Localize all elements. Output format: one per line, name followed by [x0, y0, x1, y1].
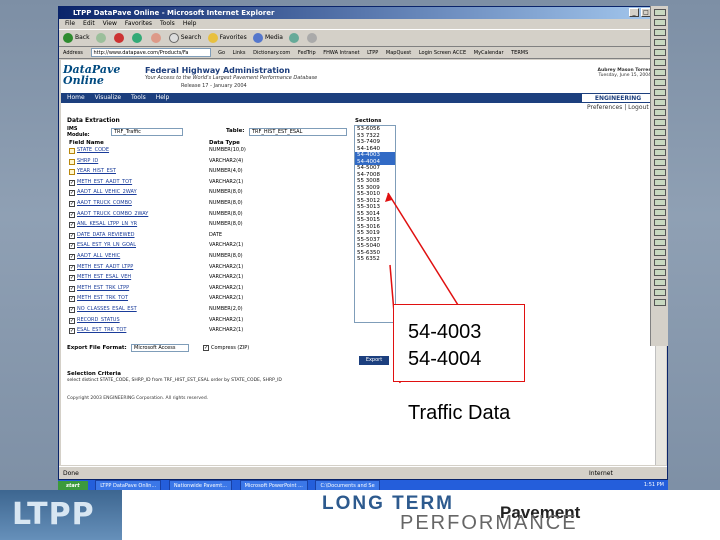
slide-footer: LTPP LONG TERM Pavement PERFORMANCE	[0, 490, 720, 540]
callout-section-1: 54-4003	[408, 321, 482, 343]
callout-section-2: 54-4004	[408, 348, 482, 370]
traffic-data-label: Traffic Data	[408, 402, 511, 424]
performance-text: PERFORMANCE	[400, 512, 578, 534]
sections-callout: 54-4003 54-4004	[393, 304, 525, 382]
ltpp-logo: LTPP	[0, 490, 122, 540]
callout-arrows	[385, 192, 459, 384]
callout-line-upper	[387, 192, 459, 306]
